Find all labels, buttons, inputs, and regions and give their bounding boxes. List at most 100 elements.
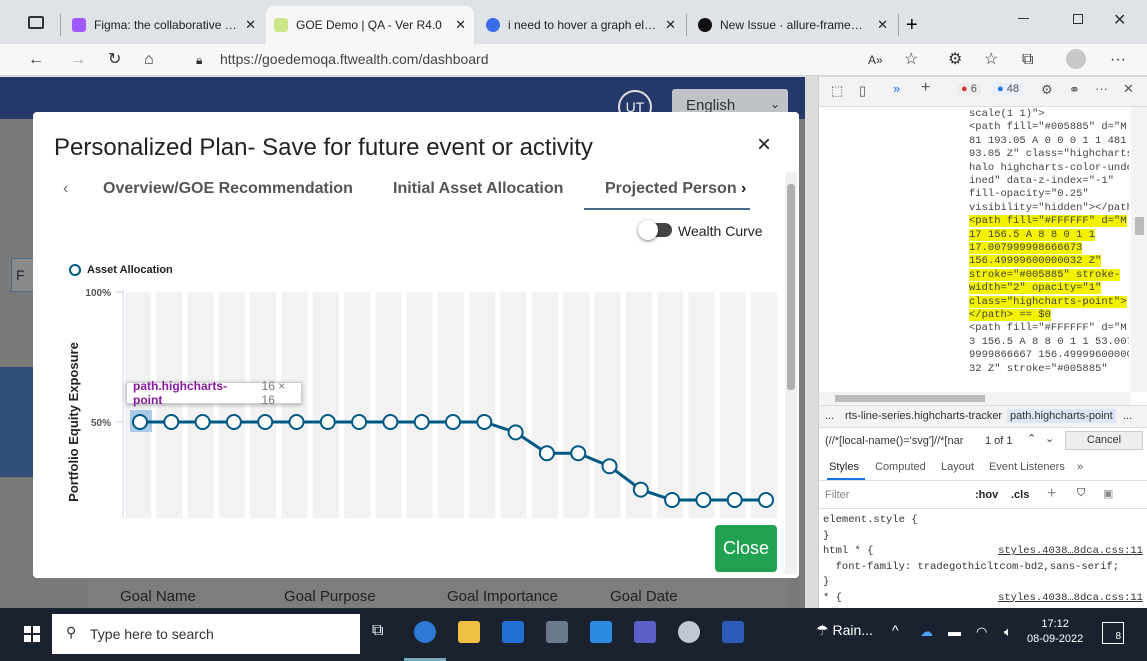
devtools-search-input[interactable]: (//*[local-name()='svg']//*[nar xyxy=(825,435,971,447)
inspect-icon[interactable]: ⬚ xyxy=(831,83,843,99)
settings-icon[interactable]: ⚙ xyxy=(1041,82,1053,98)
elements-scrollbar-thumb[interactable] xyxy=(1135,217,1144,235)
notification-icon[interactable]: 8 xyxy=(1102,622,1124,644)
add-tool-icon[interactable]: + xyxy=(921,79,930,97)
code-line[interactable]: 32 Z" stroke="#005885" xyxy=(819,363,1129,376)
code-line[interactable]: visibility="hidden"></path> xyxy=(819,202,1129,215)
breadcrumb-item[interactable]: rts-line-series.highcharts-tracker xyxy=(845,410,1002,422)
code-line[interactable]: scale(1 1)"> xyxy=(819,108,1129,121)
data-point-6[interactable] xyxy=(319,414,336,430)
data-point-3[interactable] xyxy=(225,414,242,430)
tab-styles[interactable]: Styles xyxy=(829,461,859,473)
new-tab-button[interactable]: + xyxy=(906,14,918,37)
feedback-icon[interactable]: ⚭ xyxy=(1069,82,1080,98)
close-button[interactable]: Close xyxy=(715,525,777,572)
weather-widget[interactable]: ☂ Rain... xyxy=(816,622,873,639)
minimize-icon[interactable] xyxy=(1018,18,1029,19)
data-point-19[interactable] xyxy=(726,492,743,508)
tab-search[interactable]: i need to hover a graph element ✕ xyxy=(478,6,684,44)
wifi-icon[interactable]: ◠ xyxy=(976,624,987,640)
data-point-13[interactable] xyxy=(538,445,555,462)
word-icon[interactable] xyxy=(722,621,744,643)
breadcrumb-item[interactable]: ... xyxy=(825,410,834,422)
wealth-curve-toggle[interactable] xyxy=(638,220,672,240)
data-point-0[interactable] xyxy=(132,414,148,430)
elements-hscrollbar[interactable] xyxy=(819,392,1131,405)
left-panel-tab[interactable]: F xyxy=(11,258,35,292)
favorite-icon[interactable]: ☆ xyxy=(904,49,918,71)
data-point-20[interactable] xyxy=(758,492,774,508)
code-line[interactable]: <path fill="#FFFFFF" d="M 5 xyxy=(819,322,1129,335)
tab-projected[interactable]: Projected Person xyxy=(605,180,737,198)
snipping-icon[interactable] xyxy=(678,621,700,643)
code-line[interactable]: ined" data-z-index="-1" xyxy=(819,175,1129,188)
task-view-icon[interactable]: ⧉ xyxy=(372,622,383,640)
data-point-14[interactable] xyxy=(570,445,587,462)
code-line[interactable]: <path fill="#005885" d="M 4 xyxy=(819,121,1129,134)
tab-figma[interactable]: Figma: the collaborative interface ✕ xyxy=(64,6,264,44)
data-point-9[interactable] xyxy=(413,414,430,430)
paint-icon[interactable]: ⛉ xyxy=(1077,487,1085,500)
restore-icon[interactable] xyxy=(1073,14,1083,24)
data-point-1[interactable] xyxy=(163,414,180,430)
new-rule-icon[interactable]: + xyxy=(1047,485,1056,503)
outlook-icon[interactable] xyxy=(502,621,524,643)
data-point-5[interactable] xyxy=(288,414,305,430)
tab-actions-icon[interactable] xyxy=(28,16,44,29)
code-line[interactable]: width="2" opacity="1" xyxy=(819,282,1129,295)
network-icon[interactable]: ▬ xyxy=(948,624,961,639)
data-point-4[interactable] xyxy=(257,414,274,430)
more-icon[interactable]: ··· xyxy=(1110,49,1126,71)
device-icon[interactable]: ▯ xyxy=(859,83,866,99)
volume-icon[interactable]: 🔈︎ xyxy=(1004,624,1012,640)
extensions-icon[interactable]: ⚙ xyxy=(948,49,962,71)
teams-icon[interactable] xyxy=(634,621,656,643)
home-icon[interactable]: ⌂ xyxy=(144,49,154,71)
data-point-18[interactable] xyxy=(695,492,712,508)
code-line[interactable]: <path fill="#FFFFFF" d="M xyxy=(819,215,1129,228)
error-count[interactable]: ● 6 xyxy=(957,83,981,95)
refresh-icon[interactable]: ↻ xyxy=(108,49,121,71)
style-source-link[interactable]: styles.4038…8dca.css:11 xyxy=(998,544,1143,558)
code-line[interactable]: </path> == $0 xyxy=(819,309,1129,322)
modal-scrollbar-thumb[interactable] xyxy=(787,184,795,390)
data-point-11[interactable] xyxy=(476,414,493,430)
file-explorer-icon[interactable] xyxy=(458,621,480,643)
styles-filter-input[interactable]: Filter xyxy=(825,489,849,501)
data-point-10[interactable] xyxy=(445,414,461,430)
modal-close-icon[interactable]: × xyxy=(757,131,771,159)
menu-icon[interactable]: ··· xyxy=(1095,81,1108,96)
calculator-icon[interactable] xyxy=(546,621,568,643)
elements-tree[interactable]: scale(1 1)"> <path fill="#005885" d="M 48… xyxy=(819,107,1129,392)
code-line[interactable]: 17 156.5 A 8 8 0 1 1 xyxy=(819,228,1129,242)
taskbar-search[interactable]: ⚲ Type here to search xyxy=(52,614,360,654)
data-point-2[interactable] xyxy=(194,414,211,430)
tab-overview[interactable]: Overview/GOE Recommendation xyxy=(103,180,353,198)
back-icon[interactable]: ← xyxy=(28,49,44,71)
data-point-7[interactable] xyxy=(351,414,368,430)
search-next-icon[interactable]: ⌄ xyxy=(1045,432,1054,445)
sidebar-toggle-icon[interactable]: ▣ xyxy=(1103,487,1113,500)
style-source-link[interactable]: styles.4038…8dca.css:11 xyxy=(998,591,1143,605)
windows-start-icon[interactable] xyxy=(24,626,40,642)
tab-github[interactable]: New Issue · allure-framework/all ✕ xyxy=(690,6,896,44)
hov-toggle[interactable]: :hov xyxy=(975,489,998,501)
code-line[interactable]: 9999866667 156.4999960000000 xyxy=(819,349,1129,362)
close-icon[interactable]: ✕ xyxy=(245,17,256,33)
code-line[interactable]: class="highcharts-point"> xyxy=(819,295,1129,309)
tab-initial-asset-allocation[interactable]: Initial Asset Allocation xyxy=(393,180,563,198)
data-point-12[interactable] xyxy=(507,424,524,441)
devtools-close-icon[interactable]: ✕ xyxy=(1123,81,1134,97)
breadcrumb-item[interactable]: ... xyxy=(1123,410,1132,422)
close-icon[interactable]: ✕ xyxy=(877,17,888,33)
code-line[interactable]: fill-opacity="0.25" xyxy=(819,188,1129,201)
data-point-15[interactable] xyxy=(601,458,618,475)
forward-icon[interactable]: → xyxy=(70,49,86,71)
code-line[interactable]: 156.49999600000032 Z" xyxy=(819,255,1129,268)
tab-scroll-right-icon[interactable]: › xyxy=(741,180,746,198)
tab-scroll-left-icon[interactable]: ‹ xyxy=(63,180,68,198)
search-prev-icon[interactable]: ⌃ xyxy=(1027,432,1036,445)
search-cancel-button[interactable]: Cancel xyxy=(1065,431,1143,450)
data-point-16[interactable] xyxy=(632,481,649,498)
breadcrumb-item-active[interactable]: path.highcharts-point xyxy=(1007,409,1116,423)
